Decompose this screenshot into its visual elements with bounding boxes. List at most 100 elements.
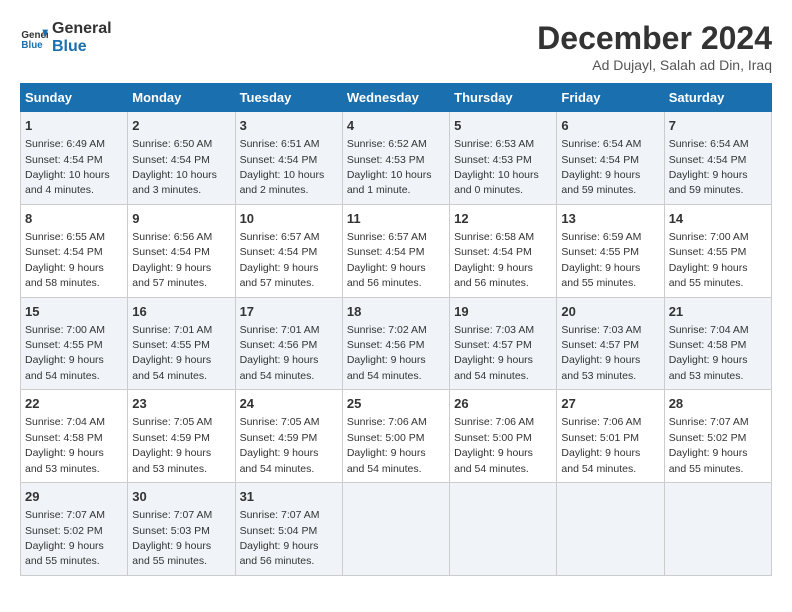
calendar-cell: 24 Sunrise: 7:05 AMSunset: 4:59 PMDayligh…: [235, 390, 342, 483]
sunrise-text: Sunrise: 7:06 AMSunset: 5:01 PMDaylight:…: [561, 416, 641, 474]
day-number: 2: [132, 117, 230, 135]
title-area: December 2024 Ad Dujayl, Salah ad Din, I…: [537, 20, 772, 73]
day-number: 21: [669, 303, 767, 321]
calendar-cell: 27 Sunrise: 7:06 AMSunset: 5:01 PMDayligh…: [557, 390, 664, 483]
sunrise-text: Sunrise: 6:54 AMSunset: 4:54 PMDaylight:…: [669, 138, 749, 196]
calendar-cell: 4 Sunrise: 6:52 AMSunset: 4:53 PMDaylight…: [342, 112, 449, 205]
day-number: 10: [240, 210, 338, 228]
svg-text:Blue: Blue: [21, 39, 43, 50]
day-number: 4: [347, 117, 445, 135]
day-number: 11: [347, 210, 445, 228]
sunrise-text: Sunrise: 6:58 AMSunset: 4:54 PMDaylight:…: [454, 231, 534, 289]
day-number: 3: [240, 117, 338, 135]
sunrise-text: Sunrise: 6:50 AMSunset: 4:54 PMDaylight:…: [132, 138, 217, 196]
logo-icon: General Blue: [20, 24, 48, 52]
sunrise-text: Sunrise: 7:07 AMSunset: 5:02 PMDaylight:…: [25, 509, 105, 567]
calendar-cell: 2 Sunrise: 6:50 AMSunset: 4:54 PMDaylight…: [128, 112, 235, 205]
day-number: 5: [454, 117, 552, 135]
calendar-cell: 25Sunrise: 7:06 AMSunset: 5:00 PMDayligh…: [342, 390, 449, 483]
calendar-cell: [664, 483, 771, 576]
calendar-cell: 15Sunrise: 7:00 AMSunset: 4:55 PMDayligh…: [21, 297, 128, 390]
day-number: 22: [25, 395, 123, 413]
sunrise-text: Sunrise: 7:01 AMSunset: 4:56 PMDaylight:…: [240, 324, 320, 382]
sunrise-text: Sunrise: 6:49 AMSunset: 4:54 PMDaylight:…: [25, 138, 110, 196]
calendar-cell: 22 Sunrise: 7:04 AMSunset: 4:58 PMDayligh…: [21, 390, 128, 483]
calendar-cell: 14 Sunrise: 7:00 AMSunset: 4:55 PMDayligh…: [664, 204, 771, 297]
column-header-wednesday: Wednesday: [342, 84, 449, 112]
week-row-4: 22 Sunrise: 7:04 AMSunset: 4:58 PMDayligh…: [21, 390, 772, 483]
page-subtitle: Ad Dujayl, Salah ad Din, Iraq: [537, 57, 772, 73]
day-number: 6: [561, 117, 659, 135]
day-number: 23: [132, 395, 230, 413]
sunrise-text: Sunrise: 7:05 AMSunset: 4:59 PMDaylight:…: [240, 416, 320, 474]
day-number: 27: [561, 395, 659, 413]
calendar-cell: 19 Sunrise: 7:03 AMSunset: 4:57 PMDayligh…: [450, 297, 557, 390]
day-number: 24: [240, 395, 338, 413]
sunrise-text: Sunrise: 7:04 AMSunset: 4:58 PMDaylight:…: [669, 324, 749, 382]
day-number: 29: [25, 488, 123, 506]
calendar-cell: 13 Sunrise: 6:59 AMSunset: 4:55 PMDayligh…: [557, 204, 664, 297]
calendar-cell: [342, 483, 449, 576]
calendar-cell: 28 Sunrise: 7:07 AMSunset: 5:02 PMDayligh…: [664, 390, 771, 483]
sunrise-text: Sunrise: 6:51 AMSunset: 4:54 PMDaylight:…: [240, 138, 325, 196]
sunrise-text: Sunrise: 7:02 AMSunset: 4:56 PMDaylight:…: [347, 324, 427, 382]
calendar-cell: 16 Sunrise: 7:01 AMSunset: 4:55 PMDayligh…: [128, 297, 235, 390]
sunrise-text: Sunrise: 7:05 AMSunset: 4:59 PMDaylight:…: [132, 416, 212, 474]
calendar-cell: 10 Sunrise: 6:57 AMSunset: 4:54 PMDayligh…: [235, 204, 342, 297]
sunrise-text: Sunrise: 7:06 AMSunset: 5:00 PMDaylight:…: [454, 416, 534, 474]
calendar-cell: 3 Sunrise: 6:51 AMSunset: 4:54 PMDaylight…: [235, 112, 342, 205]
logo-line2: Blue: [52, 38, 112, 56]
sunrise-text: Sunrise: 6:59 AMSunset: 4:55 PMDaylight:…: [561, 231, 641, 289]
day-number: 16: [132, 303, 230, 321]
day-number: 8: [25, 210, 123, 228]
day-number: 9: [132, 210, 230, 228]
sunrise-text: Sunrise: 7:07 AMSunset: 5:03 PMDaylight:…: [132, 509, 212, 567]
sunrise-text: Sunrise: 7:04 AMSunset: 4:58 PMDaylight:…: [25, 416, 105, 474]
week-row-2: 8 Sunrise: 6:55 AMSunset: 4:54 PMDaylight…: [21, 204, 772, 297]
page-title: December 2024: [537, 20, 772, 57]
sunrise-text: Sunrise: 7:03 AMSunset: 4:57 PMDaylight:…: [561, 324, 641, 382]
day-number: 17: [240, 303, 338, 321]
week-row-1: 1 Sunrise: 6:49 AMSunset: 4:54 PMDaylight…: [21, 112, 772, 205]
column-header-tuesday: Tuesday: [235, 84, 342, 112]
day-number: 14: [669, 210, 767, 228]
day-number: 31: [240, 488, 338, 506]
calendar-cell: 7 Sunrise: 6:54 AMSunset: 4:54 PMDaylight…: [664, 112, 771, 205]
day-number: 7: [669, 117, 767, 135]
calendar-cell: 31 Sunrise: 7:07 AMSunset: 5:04 PMDayligh…: [235, 483, 342, 576]
sunrise-text: Sunrise: 7:01 AMSunset: 4:55 PMDaylight:…: [132, 324, 212, 382]
day-number: 13: [561, 210, 659, 228]
day-number: 12: [454, 210, 552, 228]
day-number: 20: [561, 303, 659, 321]
calendar-cell: [450, 483, 557, 576]
day-number: 30: [132, 488, 230, 506]
calendar-cell: [557, 483, 664, 576]
sunrise-text: Sunrise: 6:52 AMSunset: 4:53 PMDaylight:…: [347, 138, 432, 196]
calendar-cell: 29 Sunrise: 7:07 AMSunset: 5:02 PMDayligh…: [21, 483, 128, 576]
calendar-cell: 11 Sunrise: 6:57 AMSunset: 4:54 PMDayligh…: [342, 204, 449, 297]
calendar-cell: 8 Sunrise: 6:55 AMSunset: 4:54 PMDaylight…: [21, 204, 128, 297]
sunrise-text: Sunrise: 7:07 AMSunset: 5:02 PMDaylight:…: [669, 416, 749, 474]
calendar-cell: 6Sunrise: 6:54 AMSunset: 4:54 PMDaylight…: [557, 112, 664, 205]
sunrise-text: Sunrise: 7:00 AMSunset: 4:55 PMDaylight:…: [669, 231, 749, 289]
calendar-cell: 30 Sunrise: 7:07 AMSunset: 5:03 PMDayligh…: [128, 483, 235, 576]
sunrise-text: Sunrise: 6:57 AMSunset: 4:54 PMDaylight:…: [240, 231, 320, 289]
calendar-cell: 5Sunrise: 6:53 AMSunset: 4:53 PMDaylight…: [450, 112, 557, 205]
day-number: 18: [347, 303, 445, 321]
column-header-monday: Monday: [128, 84, 235, 112]
sunrise-text: Sunrise: 6:55 AMSunset: 4:54 PMDaylight:…: [25, 231, 105, 289]
day-number: 19: [454, 303, 552, 321]
column-header-friday: Friday: [557, 84, 664, 112]
calendar-cell: 17 Sunrise: 7:01 AMSunset: 4:56 PMDayligh…: [235, 297, 342, 390]
day-number: 26: [454, 395, 552, 413]
day-number: 28: [669, 395, 767, 413]
calendar-cell: 23 Sunrise: 7:05 AMSunset: 4:59 PMDayligh…: [128, 390, 235, 483]
day-number: 1: [25, 117, 123, 135]
sunrise-text: Sunrise: 6:57 AMSunset: 4:54 PMDaylight:…: [347, 231, 427, 289]
calendar-cell: 18 Sunrise: 7:02 AMSunset: 4:56 PMDayligh…: [342, 297, 449, 390]
sunrise-text: Sunrise: 7:03 AMSunset: 4:57 PMDaylight:…: [454, 324, 534, 382]
logo: General Blue General Blue: [20, 20, 112, 55]
sunrise-text: Sunrise: 7:07 AMSunset: 5:04 PMDaylight:…: [240, 509, 320, 567]
sunrise-text: Sunrise: 7:06 AMSunset: 5:00 PMDaylight:…: [347, 416, 427, 474]
calendar-cell: 21 Sunrise: 7:04 AMSunset: 4:58 PMDayligh…: [664, 297, 771, 390]
